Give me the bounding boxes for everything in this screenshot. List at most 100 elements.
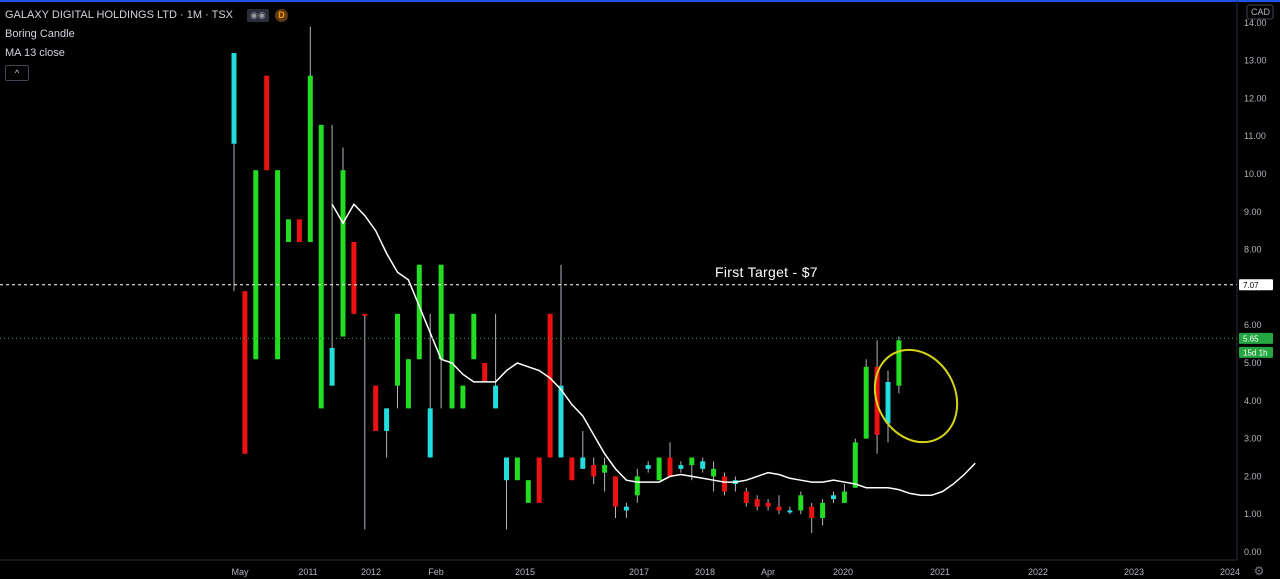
candle[interactable] [514, 457, 520, 481]
candle[interactable] [373, 385, 379, 432]
candle-body [885, 381, 891, 424]
candle[interactable] [525, 480, 531, 503]
candle[interactable] [896, 336, 902, 394]
candle-body [798, 495, 804, 511]
candle[interactable] [841, 483, 847, 503]
candle[interactable] [743, 487, 749, 507]
candle[interactable] [700, 457, 706, 473]
candle[interactable] [275, 170, 281, 360]
candle[interactable] [580, 431, 586, 469]
last-price-tag[interactable]: 5.65 [1243, 334, 1259, 343]
candle[interactable] [863, 359, 869, 439]
candle[interactable] [765, 499, 771, 511]
x-tick-label: 2017 [629, 567, 649, 577]
candle[interactable] [569, 457, 575, 481]
candle[interactable] [449, 313, 455, 409]
symbol-title[interactable]: GALAXY DIGITAL HOLDINGS LTD · 1M · TSX [5, 6, 233, 25]
candle-body [831, 495, 836, 500]
candle[interactable] [438, 264, 444, 409]
candle[interactable] [787, 506, 793, 515]
price-chart[interactable]: First Target - $7 0.00 1.00 2.00 3.00 4.00 5.… [0, 0, 1280, 579]
candle[interactable] [351, 242, 357, 314]
candle[interactable] [307, 26, 313, 243]
delayed-data-badge[interactable]: D [275, 9, 288, 22]
candle[interactable] [645, 461, 651, 473]
candle[interactable] [318, 124, 324, 409]
candle[interactable] [667, 442, 673, 477]
candle[interactable] [329, 124, 335, 386]
indicator-boring-candle[interactable]: Boring Candle [5, 25, 288, 44]
candle-body [286, 219, 291, 243]
x-tick-label: Apr [761, 567, 775, 577]
candle[interactable] [296, 219, 302, 243]
candle[interactable] [558, 264, 564, 458]
candle-body [547, 313, 553, 458]
candle[interactable] [384, 408, 390, 458]
candle-body [504, 457, 509, 481]
candle-body [569, 457, 575, 481]
eye-icon[interactable]: ◉◉ [247, 9, 269, 22]
first-target-annotation[interactable]: First Target - $7 [715, 264, 818, 280]
candle[interactable] [656, 457, 662, 481]
candle-body [318, 124, 324, 409]
candle[interactable] [885, 370, 891, 443]
highlight-ellipse[interactable] [859, 335, 973, 456]
candle-body [896, 340, 902, 386]
candle-body [307, 75, 313, 243]
candle[interactable] [362, 313, 368, 530]
candle[interactable] [591, 457, 597, 484]
candle[interactable] [798, 491, 804, 515]
candle[interactable] [395, 313, 400, 409]
y-tick-label: 6.00 [1244, 320, 1262, 330]
candle[interactable] [634, 468, 640, 503]
candle-body [329, 347, 335, 386]
candle[interactable] [831, 491, 836, 503]
candle[interactable] [678, 461, 684, 473]
candle[interactable] [405, 359, 411, 409]
candle-body [373, 385, 379, 432]
candle-body [634, 476, 640, 496]
candle[interactable] [820, 499, 826, 526]
candle[interactable] [460, 385, 466, 409]
candle[interactable] [547, 313, 553, 458]
candle[interactable] [536, 457, 542, 503]
y-tick-label: 1.00 [1244, 509, 1262, 519]
y-tick-label: 9.00 [1244, 207, 1262, 217]
indicator-ma-13[interactable]: MA 13 close [5, 44, 288, 63]
candle[interactable] [482, 363, 488, 382]
x-tick-label: 2022 [1028, 567, 1048, 577]
y-tick-label: 3.00 [1244, 434, 1262, 444]
candle[interactable] [231, 53, 237, 292]
candle[interactable] [504, 457, 509, 530]
candle-body [863, 366, 869, 439]
candle[interactable] [264, 75, 270, 171]
candle[interactable] [722, 472, 727, 496]
candle[interactable] [493, 313, 499, 409]
currency-label[interactable]: CAD [1251, 7, 1271, 17]
candle-body [351, 242, 357, 314]
candle[interactable] [711, 461, 717, 492]
candle[interactable] [602, 457, 608, 492]
time-axis: May 2011 2012 Feb 2015 2017 2018 Apr 2020 2021 202… [0, 559, 1265, 578]
candle-body [722, 476, 727, 492]
candle[interactable] [253, 170, 259, 360]
candle[interactable] [340, 147, 346, 337]
candle[interactable] [242, 291, 248, 454]
candle[interactable] [613, 476, 618, 518]
candle[interactable] [732, 476, 738, 492]
gear-icon[interactable]: ⚙ [1254, 564, 1265, 578]
candle[interactable] [754, 495, 760, 511]
collapse-legend-button[interactable]: ^ [5, 65, 29, 81]
candle[interactable] [471, 313, 477, 360]
bar-countdown-tag[interactable]: 15d 1h [1243, 348, 1267, 357]
symbol-row[interactable]: GALAXY DIGITAL HOLDINGS LTD · 1M · TSX ◉… [5, 6, 288, 25]
target-price-tag[interactable]: 7.07 [1243, 281, 1259, 290]
candle[interactable] [623, 502, 629, 518]
candle[interactable] [852, 438, 858, 488]
candle[interactable] [776, 495, 782, 515]
candle-body [558, 385, 564, 458]
candle-body [384, 408, 390, 432]
candle[interactable] [286, 219, 291, 243]
candle[interactable] [809, 502, 815, 534]
x-tick-label: 2015 [515, 567, 535, 577]
